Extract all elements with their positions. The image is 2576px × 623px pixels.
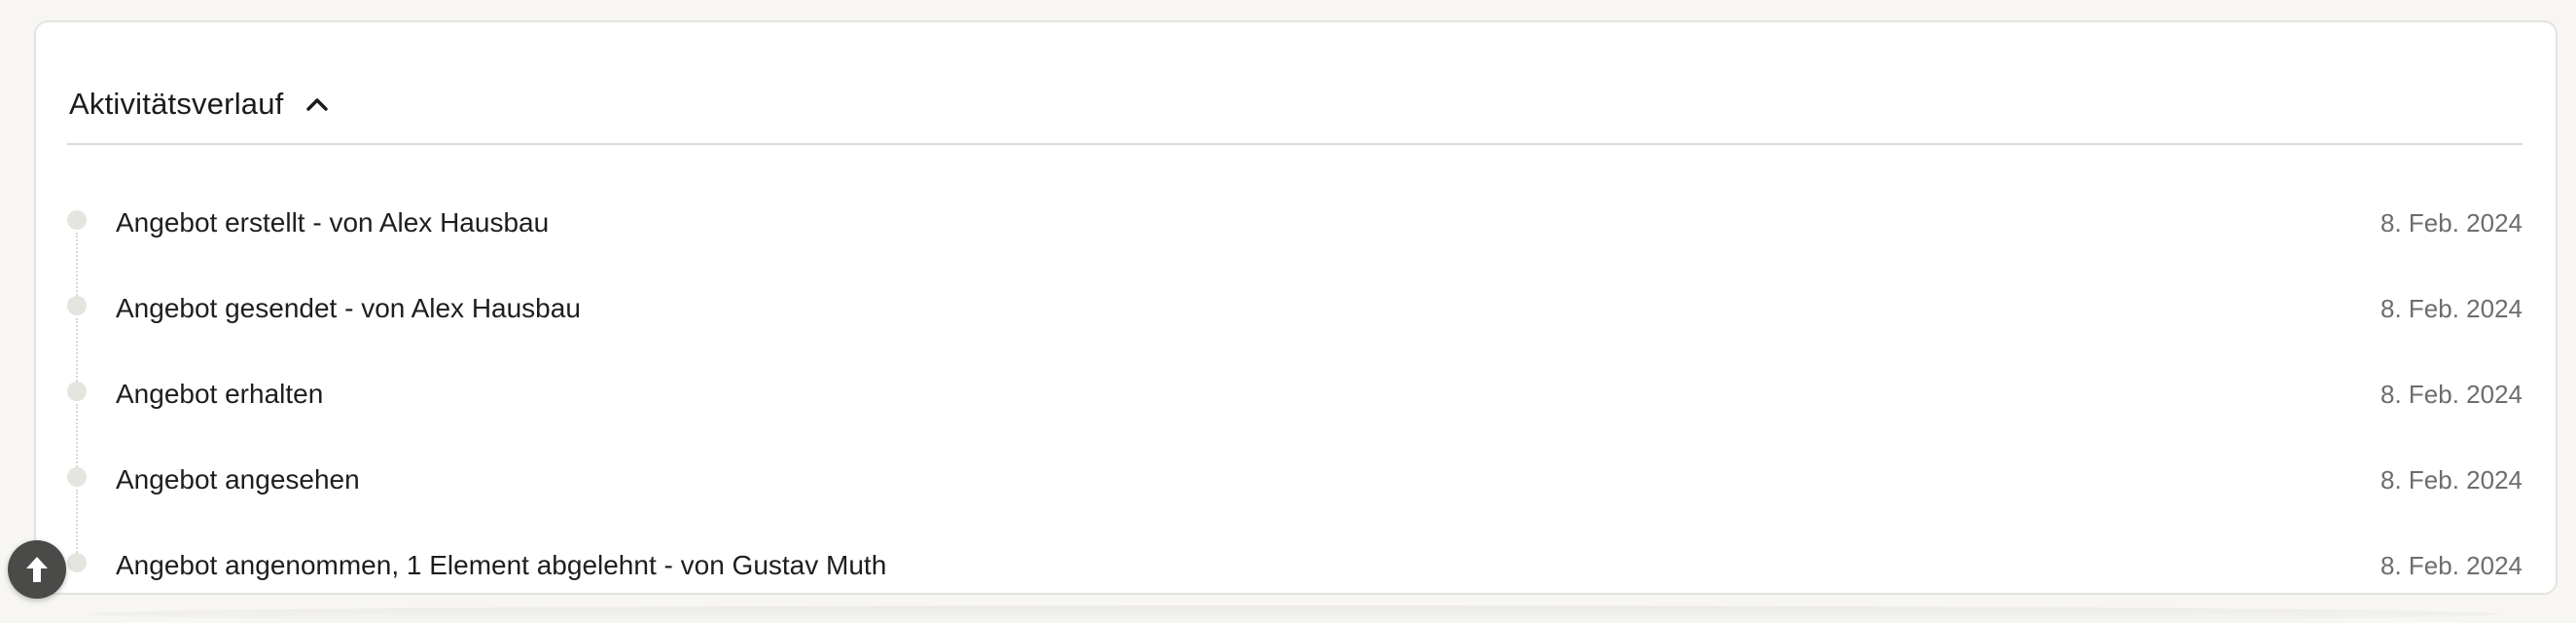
activity-label: Angebot erstellt - von Alex Hausbau	[116, 207, 550, 238]
section-title: Aktivitätsverlauf	[69, 87, 284, 121]
arrow-up-icon	[24, 555, 50, 584]
timeline-dot	[67, 210, 87, 230]
timeline-dot	[67, 553, 87, 572]
scroll-to-top-button[interactable]	[8, 540, 66, 599]
activity-history-header[interactable]: Aktivitätsverlauf	[69, 65, 332, 143]
activity-date: 8. Feb. 2024	[2380, 208, 2522, 238]
timeline-dot	[67, 467, 87, 487]
activity-date: 8. Feb. 2024	[2380, 294, 2522, 323]
timeline-dot	[67, 382, 87, 401]
chevron-up-icon[interactable]	[303, 90, 332, 119]
timeline-item: Angebot angesehen 8. Feb. 2024	[67, 435, 2522, 571]
activity-date: 8. Feb. 2024	[2380, 551, 2522, 580]
activity-date: 8. Feb. 2024	[2380, 465, 2522, 495]
timeline-item: Angebot erstellt - von Alex Hausbau 8. F…	[67, 178, 2522, 314]
timeline-item: Angebot gesendet - von Alex Hausbau 8. F…	[67, 264, 2522, 400]
header-divider	[67, 143, 2522, 145]
activity-date: 8. Feb. 2024	[2380, 380, 2522, 409]
activity-history-card: Aktivitätsverlauf Angebot erstellt - von…	[34, 20, 2558, 595]
timeline-dot	[67, 296, 87, 315]
card-bottom-shadow	[88, 605, 2500, 623]
activity-label: Angebot angesehen	[116, 464, 360, 495]
timeline-item: Angebot angenommen, 1 Element abgelehnt …	[67, 521, 2522, 606]
timeline-item: Angebot erhalten 8. Feb. 2024	[67, 349, 2522, 486]
activity-label: Angebot erhalten	[116, 379, 324, 409]
activity-label: Angebot angenommen, 1 Element abgelehnt …	[116, 550, 887, 580]
activity-label: Angebot gesendet - von Alex Hausbau	[116, 293, 581, 323]
